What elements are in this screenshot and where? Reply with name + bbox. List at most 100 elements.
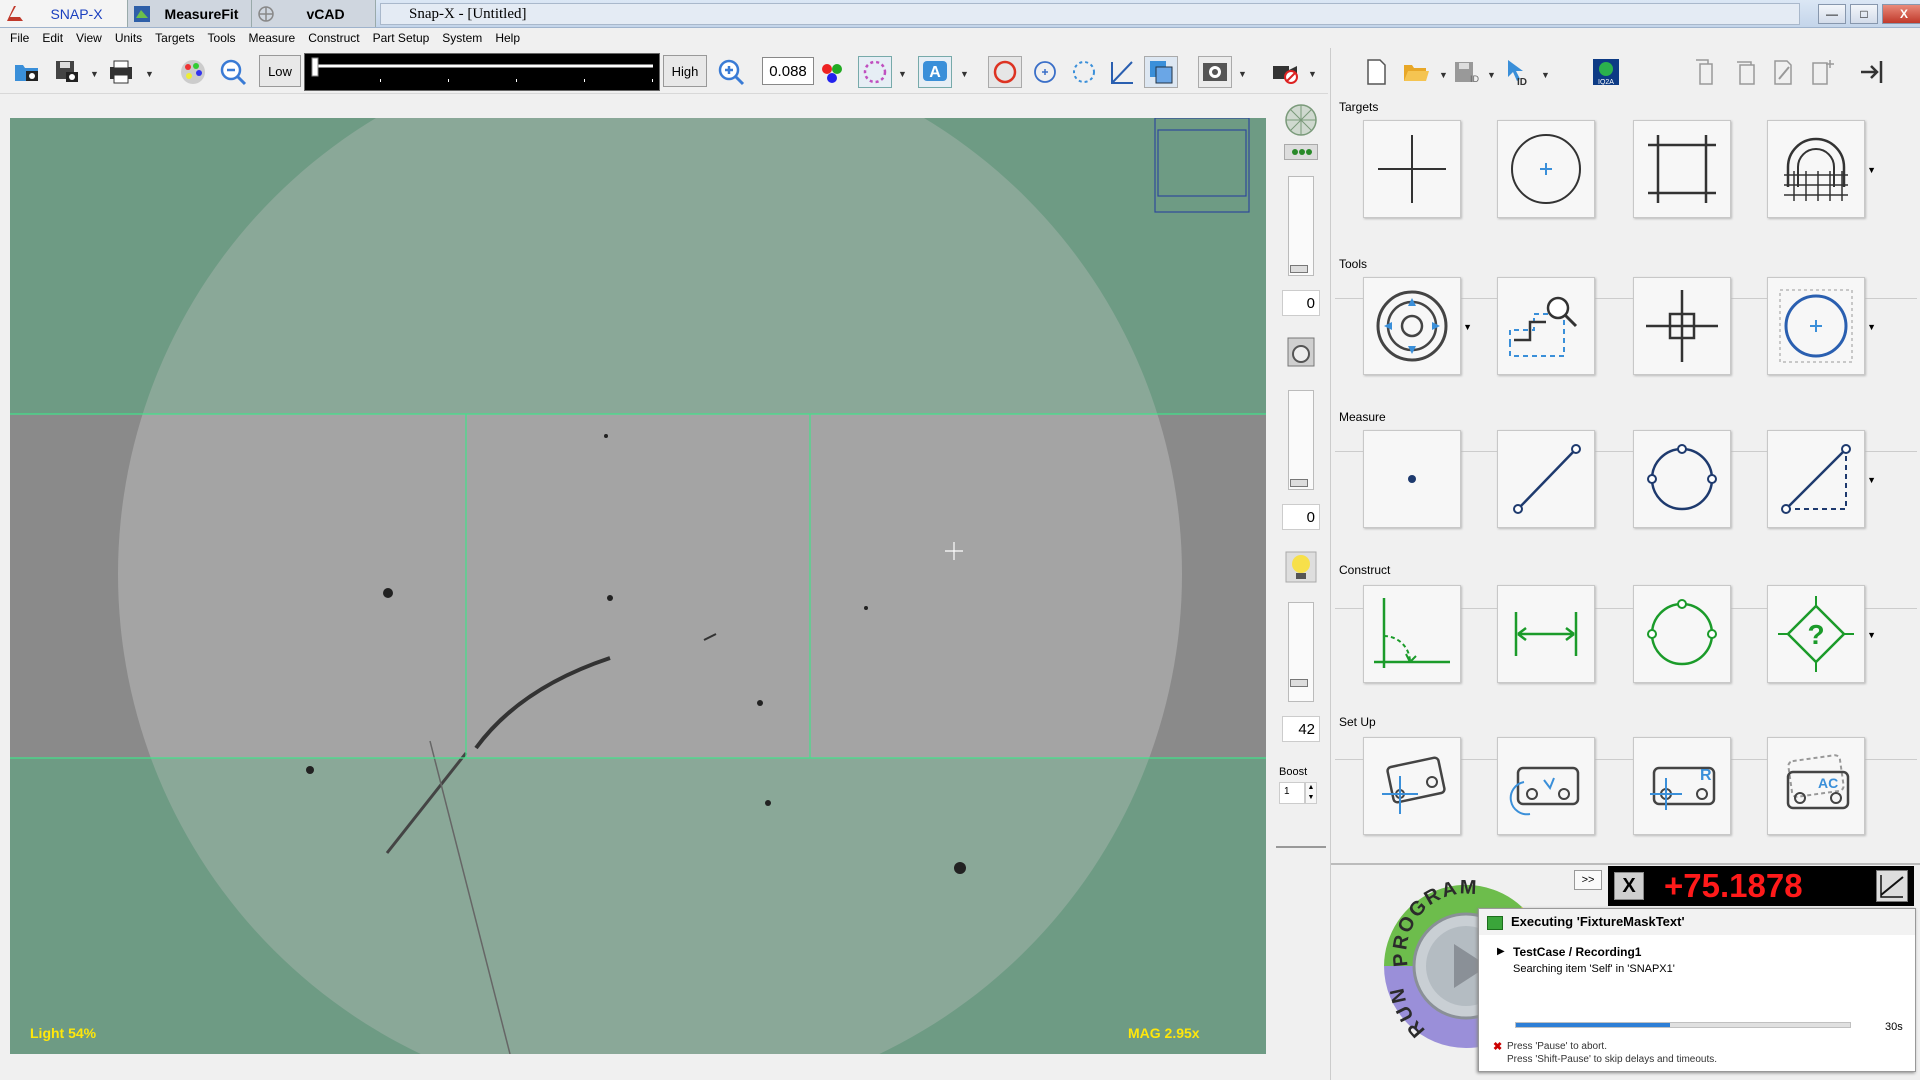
zoom-value-field[interactable]: 0.088 [762, 57, 814, 85]
setup-rotate-button[interactable] [1497, 737, 1595, 835]
boost-field[interactable]: 1 [1279, 782, 1305, 804]
menu-system[interactable]: System [442, 31, 482, 45]
qc-report-button[interactable]: IQ2A [1589, 56, 1623, 88]
save-button[interactable] [50, 56, 84, 88]
setup-reference-button[interactable]: R [1633, 737, 1731, 835]
ring-light-slider[interactable] [1288, 176, 1314, 276]
chevron-down-icon[interactable]: ▼ [1867, 322, 1876, 332]
segment-light-button[interactable] [1284, 144, 1318, 160]
slider-knob[interactable] [1290, 679, 1308, 687]
ring-light-value[interactable]: 0 [1282, 290, 1320, 316]
back-light-button[interactable] [1283, 549, 1319, 585]
menu-view[interactable]: View [76, 31, 102, 45]
slider-knob[interactable] [1290, 479, 1308, 487]
circle-fit-tool-button[interactable]: ▼ [1767, 277, 1876, 375]
menu-units[interactable]: Units [115, 31, 142, 45]
paste-page-button[interactable] [1729, 56, 1763, 88]
back-light-slider[interactable] [1288, 602, 1314, 702]
coax-light-button[interactable] [1283, 334, 1319, 370]
edge-tool-button[interactable] [858, 56, 892, 88]
menu-construct[interactable]: Construct [308, 31, 359, 45]
construct-circle-button[interactable] [1633, 585, 1731, 683]
menu-file[interactable]: File [10, 31, 29, 45]
menu-measure[interactable]: Measure [249, 31, 296, 45]
menu-targets[interactable]: Targets [155, 31, 194, 45]
menu-help[interactable]: Help [495, 31, 520, 45]
setup-origin-button[interactable] [1363, 737, 1461, 835]
chevron-down-icon[interactable]: ▼ [1308, 69, 1317, 79]
box-target-button[interactable] [1633, 120, 1731, 218]
rgb-button[interactable] [815, 56, 849, 88]
ring-light-button[interactable] [1283, 102, 1319, 138]
chevron-down-icon[interactable]: ▼ [1867, 630, 1876, 640]
coax-light-value[interactable]: 0 [1282, 504, 1320, 530]
expand-button[interactable]: >> [1574, 870, 1602, 890]
mode-button[interactable] [1876, 870, 1908, 902]
measure-point-button[interactable] [1363, 430, 1461, 528]
chevron-down-icon[interactable]: ▼ [1487, 70, 1496, 80]
construct-angle-button[interactable] [1363, 585, 1461, 683]
chevron-down-icon[interactable]: ▼ [1541, 70, 1550, 80]
minimize-button[interactable]: — [1818, 4, 1846, 24]
camera-image-viewer[interactable]: Light 54% MAG 2.95x [10, 118, 1266, 1054]
id-cursor-button[interactable]: ID [1501, 56, 1535, 88]
menu-edit[interactable]: Edit [42, 31, 63, 45]
exit-button[interactable] [1855, 56, 1889, 88]
video-stop-button[interactable] [1268, 56, 1302, 88]
light-high-button[interactable]: High [663, 55, 707, 87]
chevron-down-icon[interactable]: ▼ [898, 69, 907, 79]
line-angle-tool-button[interactable] [1105, 56, 1139, 88]
red-circle-tool-button[interactable] [988, 56, 1022, 88]
construct-unknown-button[interactable]: ? ▼ [1767, 585, 1876, 683]
crosshair-target-button[interactable] [1363, 120, 1461, 218]
boost-spinner[interactable]: ▲ ▼ [1305, 782, 1317, 804]
measure-line-button[interactable] [1497, 430, 1595, 528]
open-image-button[interactable] [10, 56, 44, 88]
tab-measurefit[interactable]: MeasureFit [128, 0, 252, 27]
new-file-button[interactable] [1359, 56, 1393, 88]
coax-light-slider[interactable] [1288, 390, 1314, 490]
open-folder-button[interactable] [1399, 56, 1433, 88]
light-intensity-slider[interactable] [304, 53, 660, 91]
dashed-circle-tool-button[interactable] [1067, 56, 1101, 88]
tab-vcad[interactable]: vCAD [252, 0, 376, 27]
measure-circle-button[interactable] [1633, 430, 1731, 528]
chevron-down-icon[interactable]: ▼ [1439, 70, 1448, 80]
chevron-down-icon[interactable]: ▼ [90, 69, 99, 79]
chevron-down-icon[interactable]: ▼ [960, 69, 969, 79]
copy-page-button[interactable] [1689, 56, 1723, 88]
light-low-button[interactable]: Low [259, 55, 301, 87]
overlay-button[interactable] [1144, 56, 1178, 88]
edge-search-tool-button[interactable] [1497, 277, 1595, 375]
add-page-button[interactable] [1805, 56, 1839, 88]
zoom-in-button[interactable] [714, 56, 748, 88]
camera-button[interactable] [1198, 56, 1232, 88]
tab-snap-x[interactable]: SNAP-X [0, 0, 128, 27]
point-box-tool-button[interactable] [1633, 277, 1731, 375]
menu-tools[interactable]: Tools [208, 31, 236, 45]
color-palette-button[interactable] [176, 56, 210, 88]
chevron-down-icon[interactable]: ▼ [1867, 475, 1876, 485]
circle-target-button[interactable] [1497, 120, 1595, 218]
construct-distance-button[interactable] [1497, 585, 1595, 683]
slider-knob[interactable] [1290, 265, 1308, 273]
circle-edge-tool-button[interactable]: ▼ [1363, 277, 1472, 375]
expand-triangle-icon[interactable]: ▶ [1497, 946, 1505, 957]
measure-angle-button[interactable]: ▼ [1767, 430, 1876, 528]
maximize-button[interactable]: □ [1850, 4, 1878, 24]
auto-tool-button[interactable]: A [918, 56, 952, 88]
edit-page-button[interactable] [1767, 56, 1801, 88]
save-program-button[interactable]: ID [1449, 56, 1483, 88]
grid-arc-target-button[interactable]: ▼ [1767, 120, 1876, 218]
setup-align-button[interactable]: AC [1767, 737, 1865, 835]
circle-center-tool-button[interactable] [1028, 56, 1062, 88]
close-button[interactable]: X [1882, 4, 1920, 24]
back-light-value[interactable]: 42 [1282, 716, 1320, 742]
zoom-out-button[interactable] [216, 56, 250, 88]
chevron-down-icon[interactable]: ▼ [1867, 165, 1876, 175]
menu-part-setup[interactable]: Part Setup [373, 31, 430, 45]
print-button[interactable] [104, 56, 138, 88]
chevron-down-icon[interactable]: ▼ [1463, 322, 1472, 332]
chevron-down-icon[interactable]: ▼ [1238, 69, 1247, 79]
axis-x-button[interactable]: X [1614, 872, 1644, 900]
